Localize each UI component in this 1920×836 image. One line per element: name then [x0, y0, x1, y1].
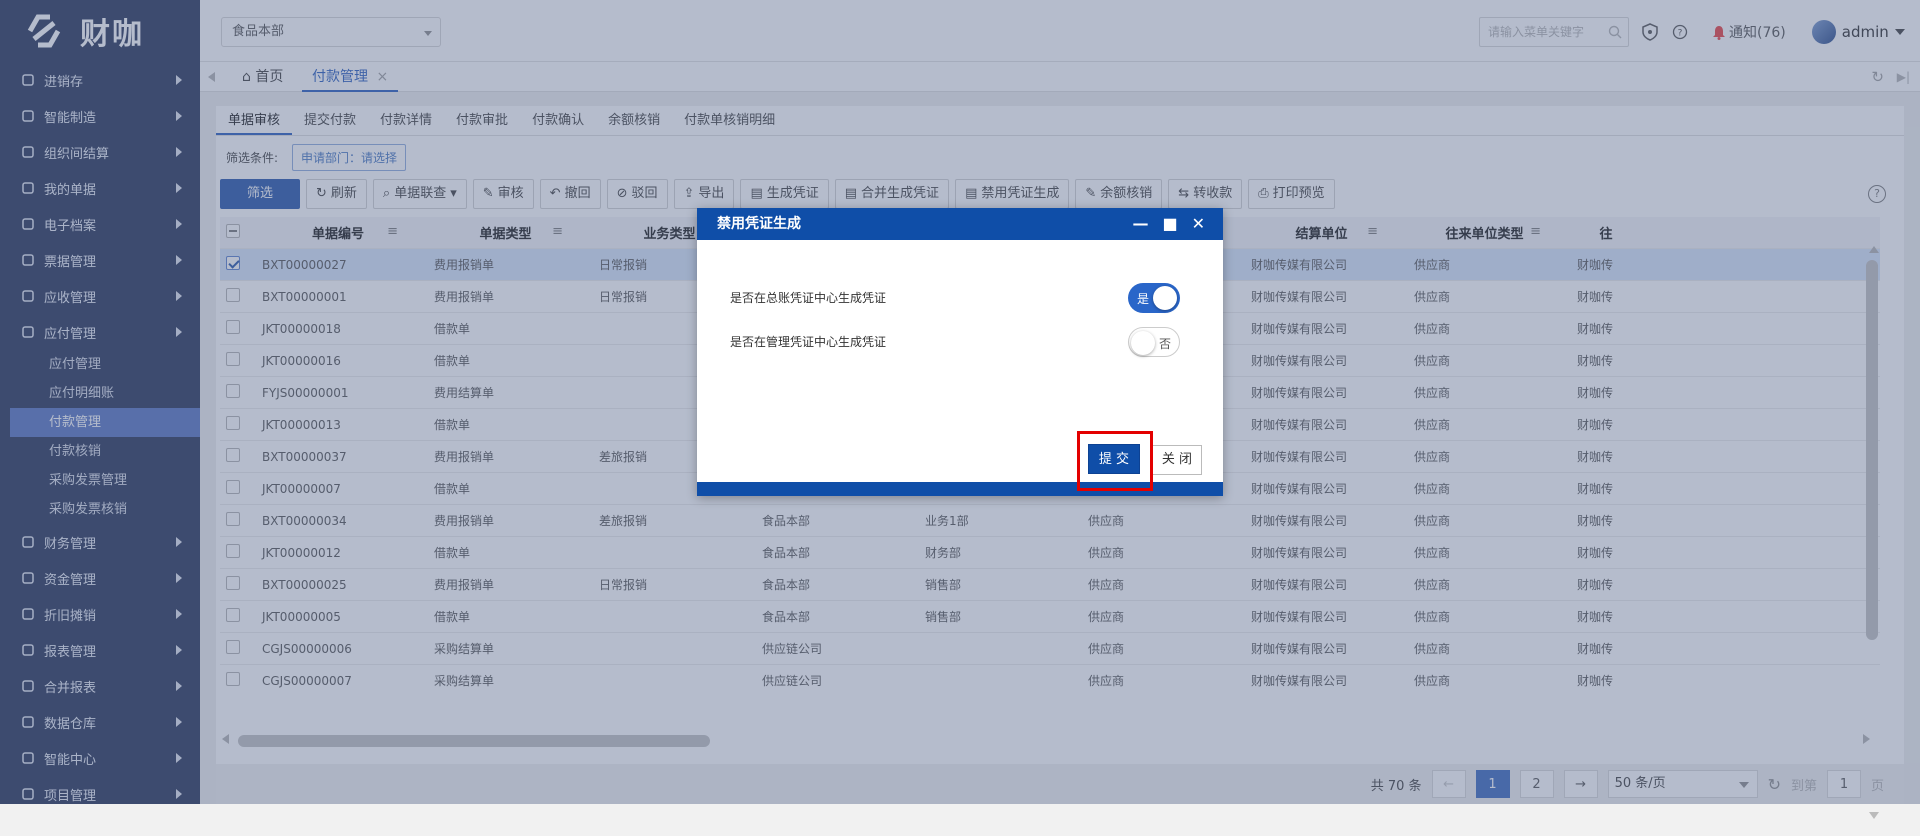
dialog-header: 禁用凭证生成 — ■ ✕	[697, 208, 1223, 240]
gl-voucher-label: 是否在总账凭证中心生成凭证	[730, 291, 887, 305]
gl-voucher-toggle[interactable]: 是	[1128, 283, 1180, 313]
toggle-knob	[1153, 286, 1177, 310]
close-button[interactable]: 关 闭	[1152, 445, 1202, 475]
minimize-icon[interactable]: —	[1132, 208, 1148, 240]
highlight-box	[1077, 431, 1153, 491]
dialog-controls: — ■ ✕	[1132, 208, 1205, 240]
mgmt-voucher-row: 是否在管理凭证中心生成凭证	[730, 333, 1180, 350]
dialog-title: 禁用凭证生成	[717, 216, 801, 232]
toggle-off-label: 否	[1158, 337, 1171, 351]
maximize-icon[interactable]: ■	[1162, 208, 1177, 240]
mgmt-voucher-label: 是否在管理凭证中心生成凭证	[730, 335, 887, 349]
mgmt-voucher-toggle[interactable]: 否	[1128, 327, 1180, 357]
gl-voucher-row: 是否在总账凭证中心生成凭证	[730, 289, 1180, 306]
toggle-on-label: 是	[1137, 292, 1150, 306]
toggle-knob	[1131, 331, 1155, 355]
close-icon[interactable]: ✕	[1192, 208, 1205, 240]
